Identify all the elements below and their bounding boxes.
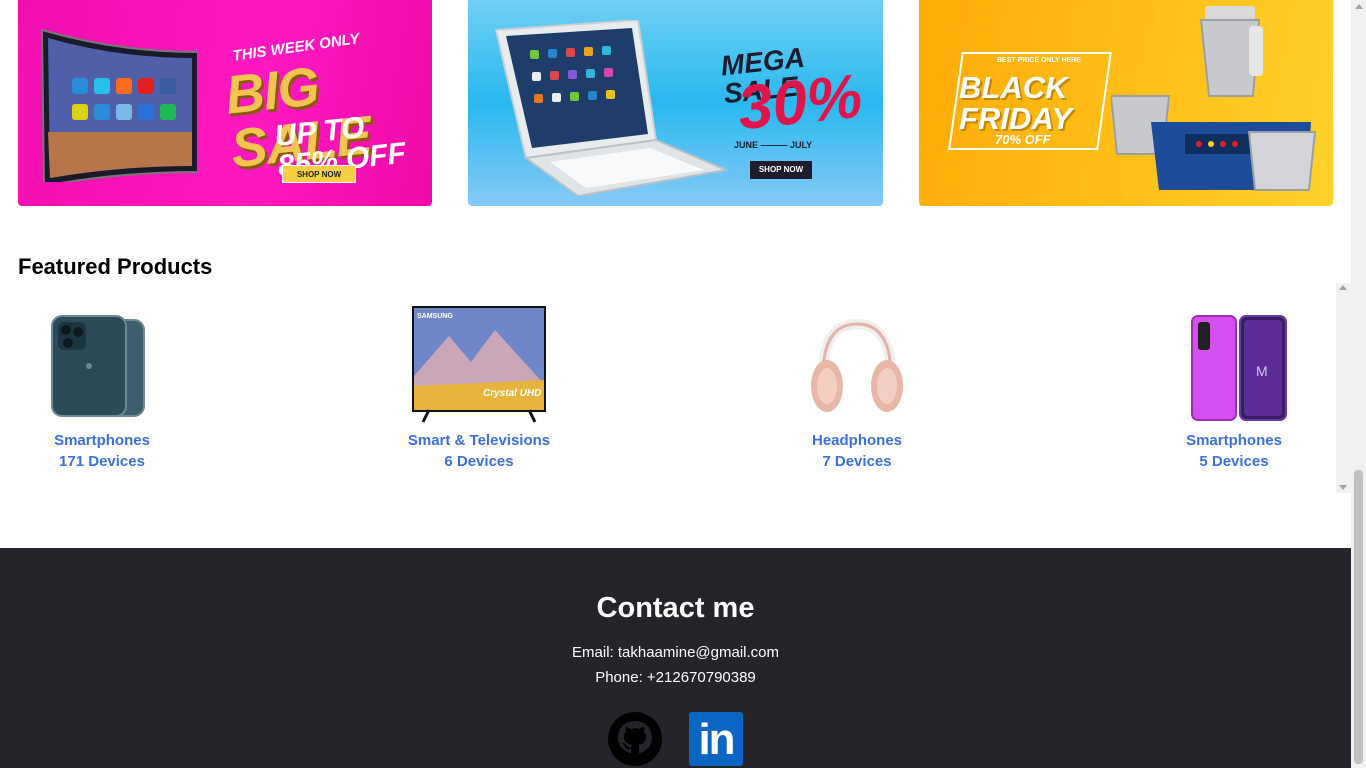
page-scroll-thumb[interactable]	[1354, 470, 1363, 764]
page-scrollbar[interactable]	[1351, 0, 1366, 768]
tablet-keyboard-image	[494, 20, 728, 196]
iphone-image	[51, 315, 145, 417]
mega-sale-banner[interactable]: MEGA SALE 30% JUNE ——— JULY SHOP NOW	[468, 0, 883, 206]
github-icon[interactable]	[608, 712, 662, 766]
tv-crystal-label: Crystal UHD	[483, 388, 541, 399]
shop-now-button[interactable]: SHOP NOW	[282, 165, 356, 183]
banner-headline: BLACK FRIDAY	[959, 70, 1073, 136]
linkedin-icon[interactable]: in	[689, 712, 743, 766]
product-name[interactable]: Smartphones	[1129, 432, 1339, 449]
products-scrollbar[interactable]	[1336, 283, 1351, 493]
contact-phone: Phone: +212670790389	[595, 669, 756, 686]
banner-period: JUNE ——— JULY	[734, 140, 813, 150]
shop-now-button[interactable]: SHOP NOW	[750, 161, 812, 179]
contact-footer: Contact me Email: takhaamine@gmail.com P…	[0, 548, 1351, 768]
scroll-up-arrow-icon[interactable]	[1339, 285, 1347, 290]
product-name[interactable]: Smart & Televisions	[374, 432, 584, 449]
scroll-down-arrow-icon[interactable]	[1339, 485, 1347, 490]
product-card-smartphones[interactable]: Smartphones 171 Devices	[0, 298, 207, 478]
product-count[interactable]: 5 Devices	[1129, 453, 1339, 470]
samsung-tv-image: SAMSUNG Crystal UHD	[412, 306, 546, 423]
featured-products-title: Featured Products	[18, 254, 213, 279]
galaxy-phones-image: M	[1191, 315, 1287, 421]
contact-title: Contact me	[596, 592, 755, 624]
product-name[interactable]: Smartphones	[0, 432, 207, 449]
svg-text:M: M	[1256, 363, 1268, 379]
big-sale-banner[interactable]: THIS WEEK ONLY BIG SALE UP TO 85% OFF SH…	[18, 0, 432, 206]
product-card-smartphones-2[interactable]: M Smartphones 5 Devices	[1129, 298, 1339, 478]
product-name[interactable]: Headphones	[752, 432, 962, 449]
headphones-image	[811, 318, 903, 412]
page-scroll-up-arrow-icon[interactable]	[1355, 4, 1363, 9]
mixer-grinder-image	[1111, 6, 1317, 191]
curved-tv-image	[40, 28, 198, 182]
product-count[interactable]: 171 Devices	[0, 453, 207, 470]
banner-offer: 70% OFF	[995, 132, 1051, 147]
contact-email: Email: takhaamine@gmail.com	[572, 644, 779, 661]
banner-headline: 30%	[734, 61, 866, 144]
product-card-televisions[interactable]: SAMSUNG Crystal UHD Smart & Televisions …	[374, 298, 584, 478]
page: THIS WEEK ONLY BIG SALE UP TO 85% OFF SH…	[0, 0, 1351, 768]
black-friday-banner[interactable]: BEST PRICE ONLY HERE BLACK FRIDAY 70% OF…	[919, 0, 1333, 206]
product-count[interactable]: 6 Devices	[374, 453, 584, 470]
banner-small-text: BEST PRICE ONLY HERE	[997, 57, 1082, 64]
product-card-headphones[interactable]: Headphones 7 Devices	[752, 298, 962, 478]
tv-brand-label: SAMSUNG	[417, 313, 453, 320]
product-count[interactable]: 7 Devices	[752, 453, 962, 470]
